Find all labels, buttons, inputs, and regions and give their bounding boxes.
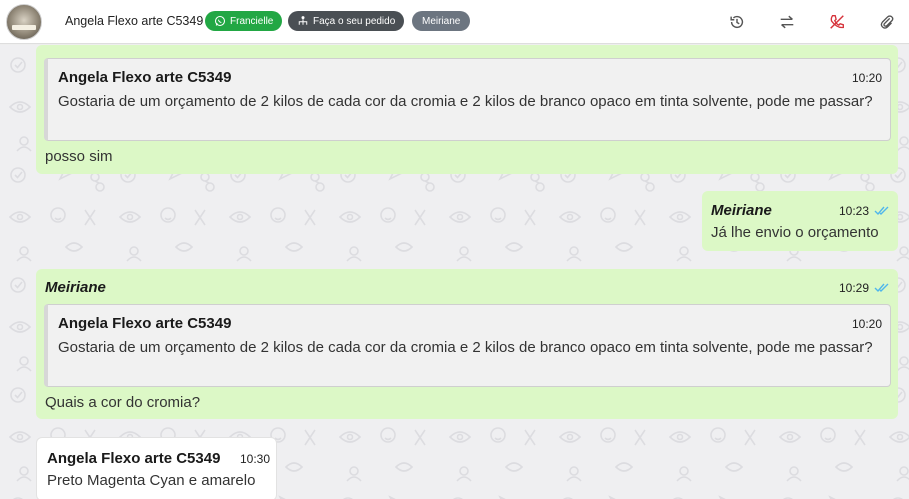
message-text: Preto Magenta Cyan e amarelo xyxy=(47,472,256,489)
message-bubble[interactable]: Meiriane 10:23 Já lhe envio o orçamento xyxy=(702,191,898,251)
history-icon xyxy=(730,15,744,29)
message-text: Já lhe envio o orçamento xyxy=(711,224,879,241)
avatar-logo xyxy=(12,25,36,30)
message-time: 10:30 xyxy=(240,452,271,466)
workflow-icon xyxy=(298,16,308,25)
whatsapp-icon xyxy=(214,15,226,27)
end-call-button[interactable] xyxy=(825,10,849,34)
tag-pedido[interactable]: Faça o seu pedido xyxy=(288,11,405,31)
message-time: 10:23 xyxy=(839,204,870,218)
message-text: posso sim xyxy=(45,148,113,165)
quoted-text: Gostaria de um orçamento de 2 kilos de c… xyxy=(58,339,873,356)
message-bubble[interactable]: Angela Flexo arte C5349 10:30 Preto Mage… xyxy=(36,437,277,499)
transfer-icon xyxy=(780,15,794,29)
message-bubble[interactable]: Meiriane 10:29 Angela Flexo arte C5349 1… xyxy=(36,269,898,419)
read-receipt-icon xyxy=(874,283,889,293)
message-sender: Angela Flexo arte C5349 xyxy=(47,450,221,467)
message-bubble[interactable]: Angela Flexo arte C5349 10:20 Gostaria d… xyxy=(36,45,898,174)
quoted-message[interactable]: Angela Flexo arte C5349 10:20 Gostaria d… xyxy=(44,304,891,387)
quoted-message[interactable]: Angela Flexo arte C5349 10:20 Gostaria d… xyxy=(44,58,891,141)
quoted-time: 10:20 xyxy=(851,71,882,85)
quoted-author: Angela Flexo arte C5349 xyxy=(58,315,232,332)
chat-messages-area[interactable]: Angela Flexo arte C5349 10:20 Gostaria d… xyxy=(0,45,909,499)
quoted-time: 10:20 xyxy=(851,317,882,331)
contact-avatar[interactable] xyxy=(6,4,42,40)
attach-button[interactable] xyxy=(875,10,899,34)
message-sender: Meiriane xyxy=(711,202,772,219)
tag-label: Faça o seu pedido xyxy=(313,15,396,27)
contact-name[interactable]: Angela Flexo arte C5349 xyxy=(65,14,203,28)
history-button[interactable] xyxy=(725,10,749,34)
quoted-text: Gostaria de um orçamento de 2 kilos de c… xyxy=(58,93,873,110)
tag-francielle[interactable]: Francielle xyxy=(205,11,283,31)
tag-meiriane[interactable]: Meiriane xyxy=(412,11,471,31)
message-sender: Meiriane xyxy=(45,279,106,296)
transfer-button[interactable] xyxy=(775,10,799,34)
message-time: 10:29 xyxy=(839,281,870,295)
tag-label: Meiriane xyxy=(422,15,461,27)
read-receipt-icon xyxy=(874,206,889,216)
end-call-icon xyxy=(830,15,844,29)
message-text: Quais a cor do cromia? xyxy=(45,394,201,411)
chat-header: Angela Flexo arte C5349 Francielle Faça … xyxy=(0,0,909,44)
tag-label: Francielle xyxy=(230,15,274,27)
quoted-author: Angela Flexo arte C5349 xyxy=(58,69,232,86)
attachment-icon xyxy=(880,15,894,29)
